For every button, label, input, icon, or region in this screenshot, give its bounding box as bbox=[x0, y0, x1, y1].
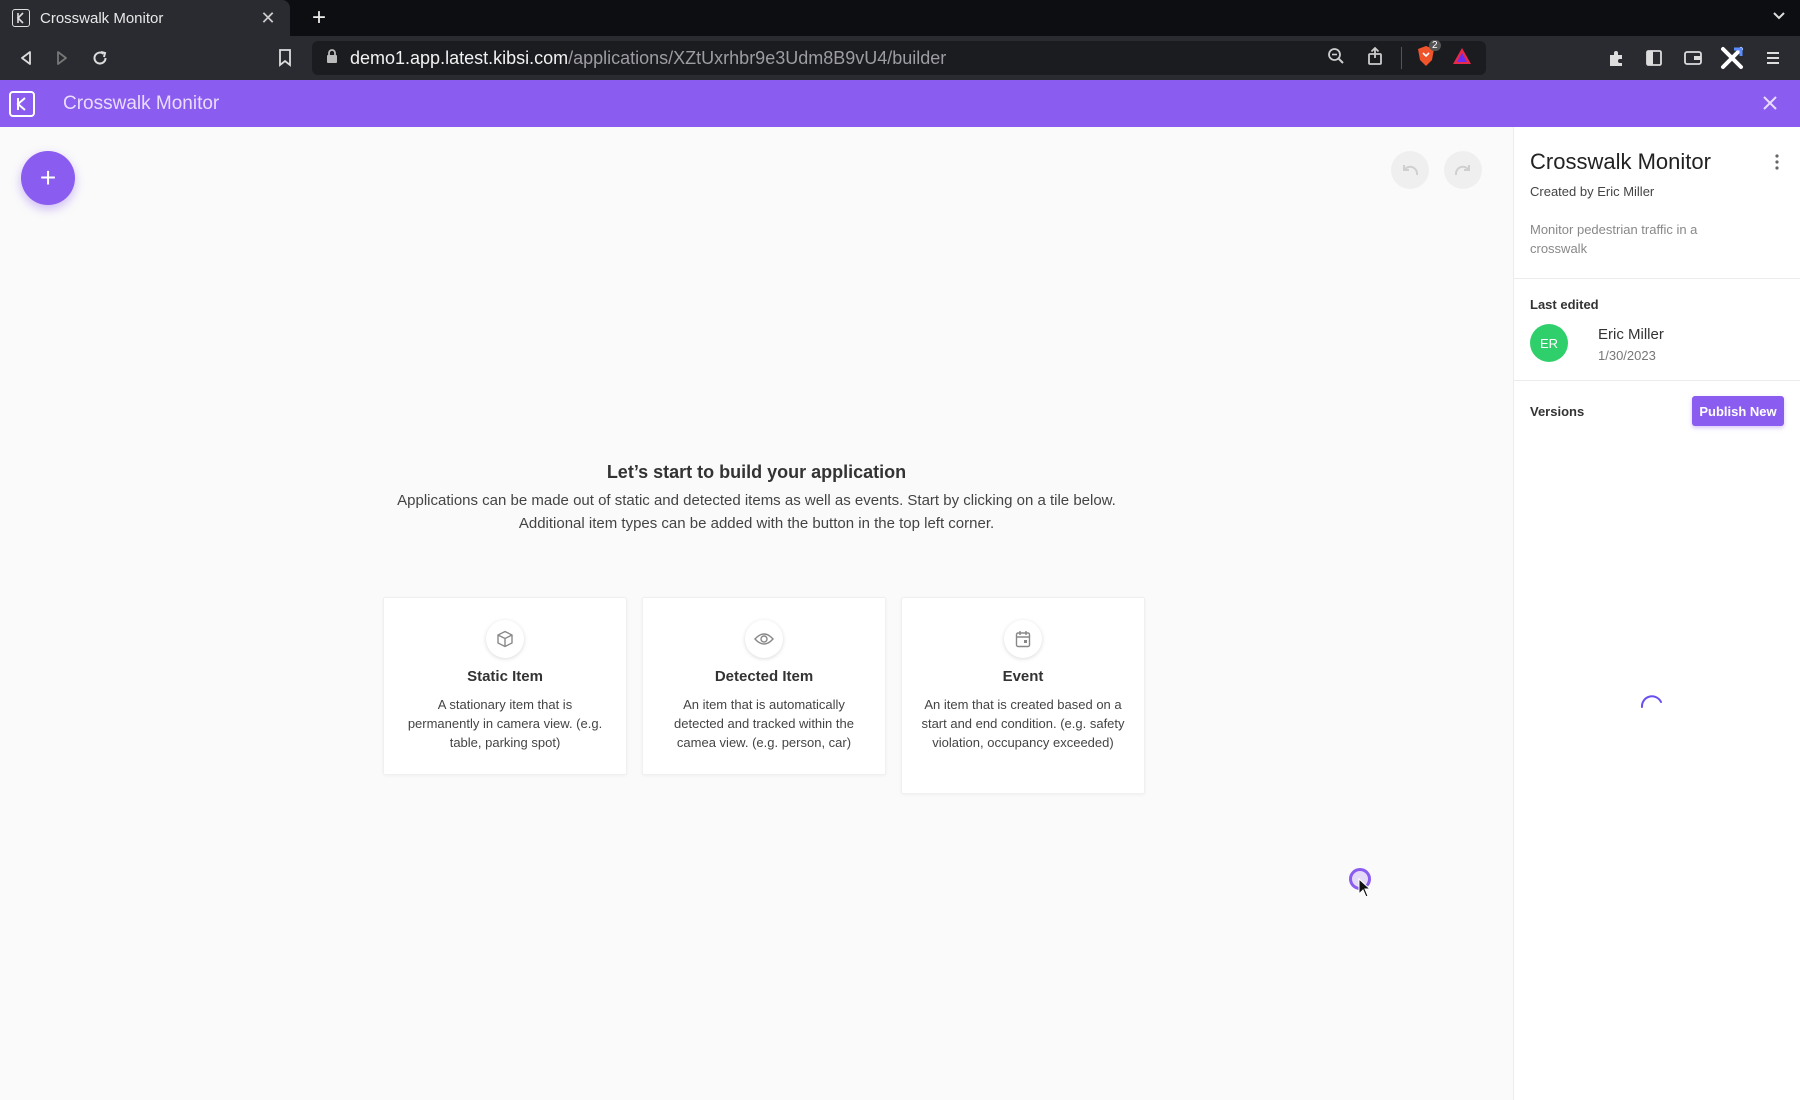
eye-icon bbox=[745, 620, 783, 658]
details-panel: Crosswalk Monitor Created by Eric Miller… bbox=[1513, 127, 1800, 1100]
plus-icon: + bbox=[39, 162, 57, 193]
url-path: /applications/XZtUxrhbr9e3Udm8B9vU4/buil… bbox=[568, 47, 947, 68]
empty-state-line-2: Additional item types can be added with … bbox=[518, 515, 995, 532]
tile-name: Event bbox=[1002, 668, 1044, 685]
edited-date: 1/30/2023 bbox=[1598, 348, 1656, 363]
tab-title: Crosswalk Monitor bbox=[40, 9, 164, 27]
share-icon[interactable] bbox=[1367, 46, 1383, 70]
loading-spinner-icon bbox=[1639, 693, 1665, 719]
editor-name: Eric Miller bbox=[1598, 326, 1664, 343]
brave-rewards-icon[interactable] bbox=[1452, 47, 1472, 70]
redo-icon bbox=[1454, 165, 1470, 176]
zoom-icon[interactable] bbox=[1327, 47, 1345, 70]
created-by: Created by Eric Miller bbox=[1530, 184, 1655, 199]
add-item-button[interactable]: + bbox=[21, 151, 75, 205]
more-options-icon[interactable] bbox=[1774, 153, 1780, 171]
calendar-icon bbox=[1004, 620, 1042, 658]
tile-description: An item that is created based on a start… bbox=[921, 697, 1125, 750]
tile-detected-item[interactable]: Detected Item An item that is automatica… bbox=[642, 597, 886, 775]
redo-button[interactable] bbox=[1444, 151, 1482, 189]
url-host: demo1.app.latest.kibsi.com bbox=[350, 47, 569, 68]
tile-description: A stationary item that is permanently in… bbox=[407, 697, 603, 750]
new-tab-button[interactable]: + bbox=[305, 4, 333, 32]
reload-icon[interactable] bbox=[88, 46, 112, 70]
empty-state-title: Let’s start to build your application bbox=[606, 462, 907, 482]
address-bar[interactable]: demo1.app.latest.kibsi.com /applications… bbox=[312, 39, 1486, 75]
app-header: Crosswalk Monitor bbox=[0, 80, 1800, 127]
browser-tab-strip: Crosswalk Monitor ✕ + bbox=[0, 0, 1800, 36]
empty-state-description: Applications can be made out of static a… bbox=[360, 489, 1153, 535]
forward-arrow-icon[interactable] bbox=[50, 46, 74, 70]
panel-app-title: Crosswalk Monitor bbox=[1530, 149, 1711, 174]
tile-event[interactable]: Event An item that is created based on a… bbox=[901, 597, 1145, 794]
app-header-title: Crosswalk Monitor bbox=[63, 93, 220, 114]
panel-divider bbox=[1514, 278, 1800, 279]
avatar: ER bbox=[1530, 324, 1568, 362]
tab-close-icon[interactable]: ✕ bbox=[258, 8, 278, 29]
browser-tab[interactable]: Crosswalk Monitor ✕ bbox=[0, 0, 290, 36]
tile-name: Detected Item bbox=[714, 668, 814, 685]
tab-list-chevron-icon[interactable] bbox=[1772, 8, 1786, 27]
kibsi-favicon-icon bbox=[12, 9, 30, 27]
builder-canvas[interactable]: + Let’s start to build your application … bbox=[0, 127, 1513, 1100]
last-edited-label: Last edited bbox=[1530, 297, 1599, 312]
browser-menu-icon[interactable] bbox=[1761, 46, 1785, 70]
back-arrow-icon[interactable] bbox=[14, 46, 38, 70]
app-description: Monitor pedestrian traffic in a crosswal… bbox=[1530, 222, 1698, 256]
tile-static-item[interactable]: Static Item A stationary item that is pe… bbox=[383, 597, 627, 775]
shield-badge: 2 bbox=[1429, 39, 1441, 51]
tile-name: Static Item bbox=[467, 668, 543, 685]
lock-icon bbox=[326, 48, 338, 68]
undo-icon bbox=[1403, 165, 1419, 176]
close-icon[interactable] bbox=[1758, 91, 1782, 115]
cube-icon bbox=[486, 620, 524, 658]
kibsi-logo-icon[interactable] bbox=[9, 91, 35, 117]
sidebar-toggle-icon[interactable] bbox=[1642, 46, 1666, 70]
panel-divider bbox=[1514, 380, 1800, 381]
extensions-puzzle-icon[interactable] bbox=[1604, 46, 1628, 70]
empty-state-line-1: Applications can be made out of static a… bbox=[397, 492, 1116, 509]
kibsi-extension-icon[interactable] bbox=[1720, 46, 1744, 70]
wallet-icon[interactable] bbox=[1681, 46, 1705, 70]
brave-shield-icon[interactable]: 2 bbox=[1416, 39, 1441, 72]
versions-label: Versions bbox=[1530, 404, 1585, 419]
browser-toolbar: demo1.app.latest.kibsi.com /applications… bbox=[0, 36, 1800, 80]
bookmark-icon[interactable] bbox=[273, 46, 297, 70]
publish-new-button[interactable]: Publish New bbox=[1692, 396, 1784, 426]
undo-button[interactable] bbox=[1391, 151, 1429, 189]
tile-description: An item that is automatically detected a… bbox=[674, 697, 854, 750]
mouse-pointer-icon bbox=[1358, 877, 1372, 903]
